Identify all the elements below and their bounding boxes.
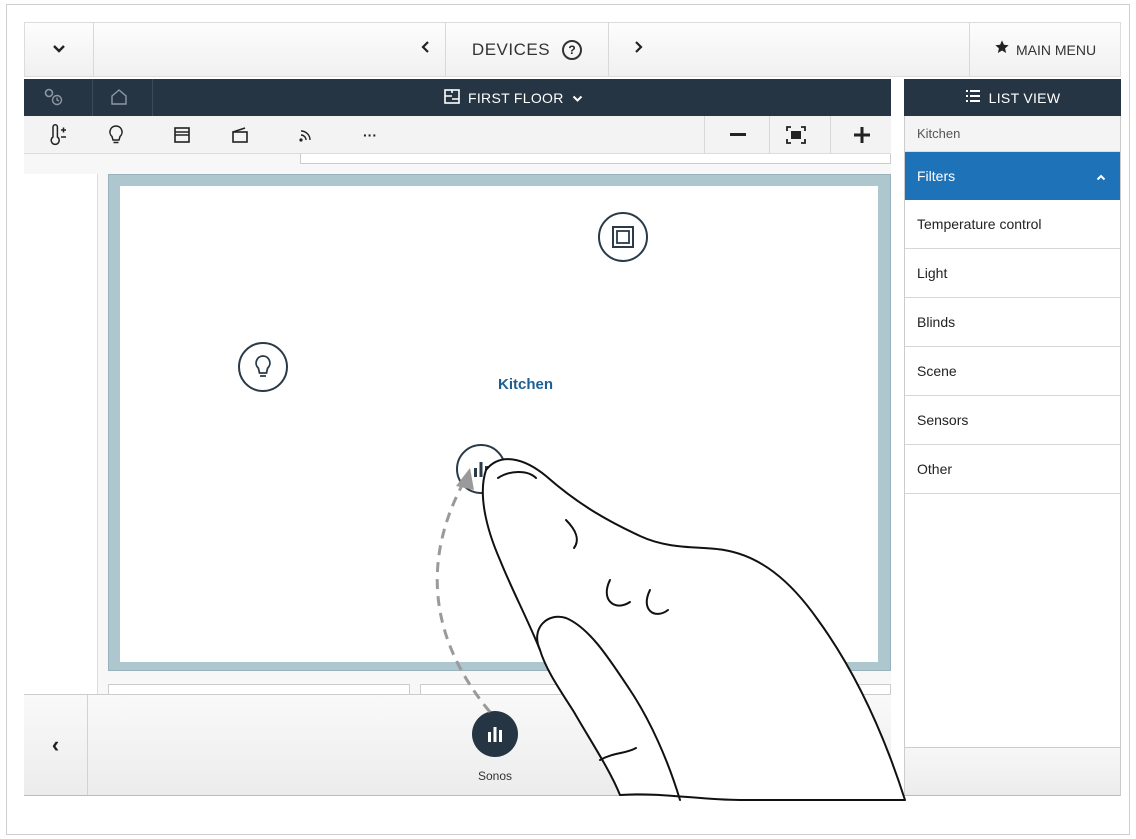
fit-to-screen-button[interactable]	[776, 116, 816, 154]
sonos-label: Sonos	[477, 769, 513, 783]
collapse-button[interactable]	[25, 23, 93, 76]
list-panel: Kitchen Filters Temperature control Ligh…	[904, 116, 1121, 796]
chevron-left-icon: ‹	[51, 732, 60, 757]
filter-sensors[interactable]: Sensors	[905, 396, 1120, 445]
device-toolbar: ···	[24, 116, 891, 154]
device-tray: ‹ Sonos	[24, 694, 891, 796]
chevron-left-icon	[421, 40, 431, 59]
room-tab-top	[300, 154, 891, 164]
filter-scene[interactable]: Scene	[905, 347, 1120, 396]
thermostat-icon[interactable]	[38, 116, 78, 154]
next-page-button[interactable]	[623, 23, 653, 76]
sonos-tray-icon[interactable]	[472, 711, 518, 757]
settings-timer-icon[interactable]	[42, 87, 64, 112]
main-menu-label: MAIN MENU	[1015, 41, 1097, 58]
breadcrumb: Kitchen	[905, 116, 1120, 152]
floor-header: FIRST FLOOR	[24, 79, 891, 116]
chevron-up-icon	[1096, 168, 1106, 184]
help-icon[interactable]: ?	[562, 39, 583, 60]
prev-page-button[interactable]	[411, 23, 441, 76]
adjacent-room-left	[24, 174, 98, 694]
home-icon[interactable]	[110, 88, 128, 111]
room-kitchen[interactable]: Kitchen	[120, 186, 878, 662]
lightbulb-icon[interactable]	[96, 116, 136, 154]
list-view-button[interactable]: LIST VIEW	[904, 79, 1121, 116]
room-label: Kitchen	[498, 376, 554, 393]
room-tab-bottom	[420, 684, 891, 694]
main-menu-button[interactable]: MAIN MENU	[970, 23, 1120, 76]
more-icon[interactable]: ···	[350, 116, 390, 154]
filter-light[interactable]: Light	[905, 249, 1120, 298]
chevron-down-icon	[572, 90, 583, 106]
app-window: DEVICES ? MAIN MENU FIRST FLOOR LIST VIE…	[24, 22, 1121, 796]
filters-header[interactable]: Filters	[905, 152, 1120, 200]
top-bar: DEVICES ? MAIN MENU	[24, 22, 1121, 77]
zoom-in-button[interactable]	[842, 116, 882, 154]
filter-other[interactable]: Other	[905, 445, 1120, 494]
blinds-device-icon[interactable]	[598, 212, 648, 262]
chevron-down-icon	[52, 41, 66, 59]
zoom-out-button[interactable]	[718, 116, 758, 154]
floor-selector[interactable]: FIRST FLOOR	[444, 79, 583, 116]
tray-back-button[interactable]: ‹	[24, 695, 88, 795]
filter-blinds[interactable]: Blinds	[905, 298, 1120, 347]
filter-temperature-control[interactable]: Temperature control	[905, 200, 1120, 249]
scene-icon[interactable]	[220, 116, 260, 154]
panel-footer	[905, 747, 1120, 795]
sensor-icon[interactable]	[286, 116, 326, 154]
filters-label: Filters	[917, 168, 956, 184]
devices-title-group: DEVICES ?	[446, 23, 608, 76]
floor-label: FIRST FLOOR	[468, 89, 564, 106]
chevron-right-icon	[633, 40, 643, 59]
floor-plan-icon	[444, 88, 460, 107]
page-title: DEVICES	[471, 39, 551, 59]
blinds-icon[interactable]	[162, 116, 202, 154]
sonos-device-icon[interactable]	[456, 444, 506, 494]
floor-plan-canvas[interactable]: Kitchen	[24, 154, 891, 694]
list-view-label: LIST VIEW	[988, 89, 1061, 106]
list-icon	[965, 89, 981, 106]
room-tab-bottom	[108, 684, 410, 694]
light-device-icon[interactable]	[238, 342, 288, 392]
star-icon	[994, 39, 1010, 60]
